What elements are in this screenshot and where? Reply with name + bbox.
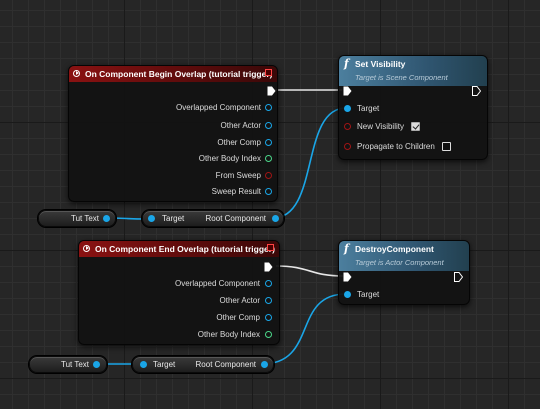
target-pin-label: Target bbox=[357, 104, 380, 113]
pin-other-body-index-dot[interactable] bbox=[265, 331, 272, 338]
target-pin-dot[interactable] bbox=[344, 291, 351, 298]
pin-other-body-index: Other Body Index bbox=[198, 154, 261, 163]
propagate-checkbox[interactable] bbox=[442, 142, 451, 151]
exec-out-pin[interactable] bbox=[454, 272, 463, 282]
object-wire-root-to-setvis bbox=[272, 107, 347, 219]
target-pin-dot[interactable] bbox=[344, 105, 351, 112]
root-component-output-pin[interactable] bbox=[261, 361, 268, 368]
pin-overlapped-component: Overlapped Component bbox=[175, 279, 260, 288]
pin-other-actor: Other Actor bbox=[219, 296, 260, 305]
event-end-overlap-node[interactable]: On Component End Overlap (tutorial trigg… bbox=[78, 240, 280, 345]
pin-overlapped-component-dot[interactable] bbox=[265, 104, 272, 111]
destroy-component-node[interactable]: f DestroyComponent Target is Actor Compo… bbox=[338, 240, 470, 305]
exec-in-pin[interactable] bbox=[343, 272, 352, 282]
target-pin-label: Target bbox=[162, 214, 185, 223]
pin-other-body-index-dot[interactable] bbox=[265, 155, 272, 162]
set-visibility-subtitle: Target is Scene Component bbox=[355, 73, 448, 82]
event-begin-header[interactable]: On Component Begin Overlap (tutorial tri… bbox=[69, 66, 277, 82]
target-pin-label: Target bbox=[153, 360, 176, 369]
propagate-label: Propagate to Children bbox=[357, 142, 435, 151]
set-visibility-title: Set Visibility bbox=[355, 59, 406, 69]
event-begin-title: On Component Begin Overlap (tutorial tri… bbox=[85, 69, 273, 79]
function-icon: f bbox=[344, 242, 349, 255]
event-end-title: On Component End Overlap (tutorial trigg… bbox=[95, 244, 275, 254]
event-delegate-icon[interactable] bbox=[265, 69, 272, 76]
destroy-component-title: DestroyComponent bbox=[355, 244, 434, 254]
pin-other-comp: Other Comp bbox=[217, 138, 261, 147]
get-root-component-bottom[interactable]: Target Root Component bbox=[132, 356, 274, 373]
function-icon: f bbox=[344, 57, 349, 70]
pin-other-comp-dot[interactable] bbox=[265, 314, 272, 321]
pin-from-sweep-dot[interactable] bbox=[265, 172, 272, 179]
tut-text-label: Tut Text bbox=[61, 360, 90, 369]
set-visibility-node[interactable]: f Set Visibility Target is Scene Compone… bbox=[338, 55, 488, 160]
get-root-component-top[interactable]: Target Root Component bbox=[142, 210, 284, 227]
pin-other-actor: Other Actor bbox=[220, 121, 261, 130]
destroy-component-subtitle: Target is Actor Component bbox=[355, 258, 444, 267]
pin-sweep-result-dot[interactable] bbox=[265, 188, 272, 195]
event-icon bbox=[83, 245, 90, 252]
exec-out-pin[interactable] bbox=[264, 262, 273, 272]
tut-text-variable-top[interactable]: Tut Text bbox=[38, 210, 116, 227]
target-pin-label: Target bbox=[357, 290, 380, 299]
pin-overlapped-component: Overlapped Component bbox=[176, 103, 261, 112]
exec-out-pin[interactable] bbox=[472, 86, 481, 96]
root-component-output-pin[interactable] bbox=[272, 215, 279, 222]
set-visibility-header[interactable]: f Set Visibility Target is Scene Compone… bbox=[339, 56, 487, 86]
event-delegate-icon[interactable] bbox=[267, 244, 274, 251]
root-component-label: Root Component bbox=[195, 360, 256, 369]
root-component-label: Root Component bbox=[205, 214, 266, 223]
target-pin-dot[interactable] bbox=[148, 215, 155, 222]
pin-other-actor-dot[interactable] bbox=[265, 297, 272, 304]
pin-other-actor-dot[interactable] bbox=[265, 122, 272, 129]
event-end-header[interactable]: On Component End Overlap (tutorial trigg… bbox=[79, 241, 279, 257]
pin-other-comp: Other Comp bbox=[216, 313, 260, 322]
pin-sweep-result: Sweep Result bbox=[211, 187, 261, 196]
tut-text-output-pin[interactable] bbox=[93, 361, 100, 368]
new-visibility-label: New Visibility bbox=[357, 122, 404, 131]
exec-in-pin[interactable] bbox=[343, 86, 352, 96]
target-pin-dot[interactable] bbox=[140, 361, 147, 368]
propagate-pin-dot[interactable] bbox=[344, 143, 351, 150]
destroy-component-header[interactable]: f DestroyComponent Target is Actor Compo… bbox=[339, 241, 469, 271]
new-visibility-pin-dot[interactable] bbox=[344, 123, 351, 130]
pin-overlapped-component-dot[interactable] bbox=[265, 280, 272, 287]
new-visibility-checkbox[interactable] bbox=[411, 122, 420, 131]
pin-from-sweep: From Sweep bbox=[215, 171, 261, 180]
pin-other-comp-dot[interactable] bbox=[265, 139, 272, 146]
event-icon bbox=[73, 70, 80, 77]
event-begin-overlap-node[interactable]: On Component Begin Overlap (tutorial tri… bbox=[68, 65, 278, 202]
pin-other-body-index: Other Body Index bbox=[197, 330, 260, 339]
exec-out-pin[interactable] bbox=[267, 86, 276, 96]
tut-text-label: Tut Text bbox=[71, 214, 100, 223]
tut-text-output-pin[interactable] bbox=[103, 215, 110, 222]
tut-text-variable-bottom[interactable]: Tut Text bbox=[29, 356, 107, 373]
exec-wire-end bbox=[275, 265, 344, 277]
